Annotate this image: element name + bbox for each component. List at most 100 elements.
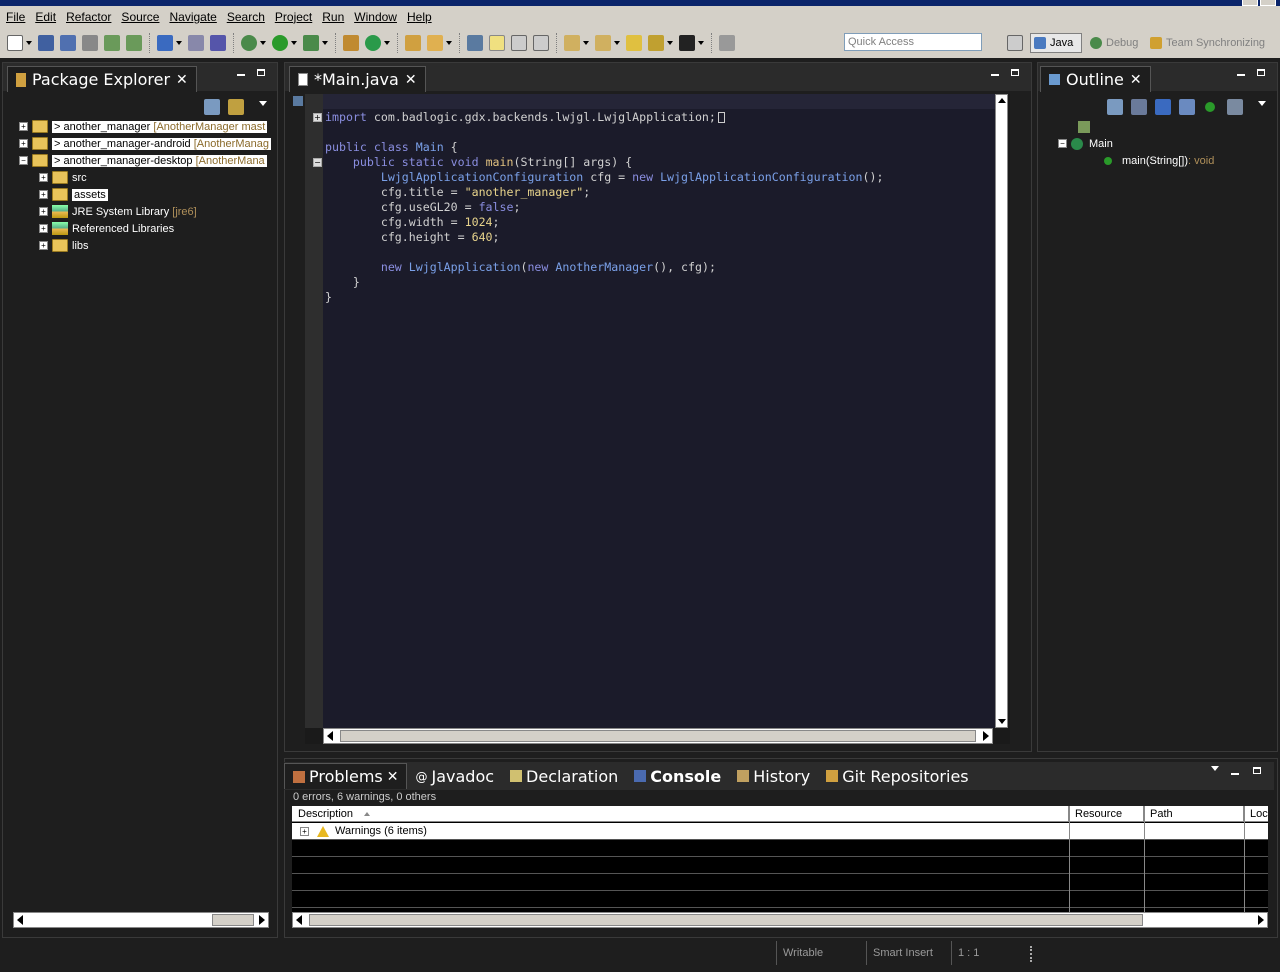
block-selection-icon[interactable] <box>511 35 527 51</box>
search-icon[interactable] <box>427 35 443 51</box>
task-dropdown-icon[interactable] <box>176 41 182 45</box>
expand-import-icon[interactable]: + <box>313 113 322 122</box>
expand-icon[interactable]: + <box>39 190 48 199</box>
expand-icon[interactable]: + <box>19 122 28 131</box>
problems-table[interactable]: Description Resource Path Loc + Warnings… <box>292 806 1268 912</box>
next-annotation-dropdown-icon[interactable] <box>583 41 589 45</box>
tree-item-referenced-libraries[interactable]: + Referenced Libraries <box>39 220 174 237</box>
maximize-icon[interactable] <box>1257 69 1265 76</box>
forward-arrow-icon[interactable] <box>679 35 695 51</box>
view-menu-icon[interactable] <box>1211 766 1219 771</box>
perspective-java[interactable]: Java <box>1030 33 1082 53</box>
tab-declaration[interactable]: Declaration <box>502 763 626 789</box>
editor-horizontal-scrollbar[interactable] <box>323 728 993 744</box>
run-icon[interactable] <box>272 35 288 51</box>
open-type-icon[interactable] <box>405 35 421 51</box>
tab-outline[interactable]: Outline ✕ <box>1040 66 1151 92</box>
tree-project-another-manager[interactable]: + > another_manager [AnotherManager mast <box>19 118 268 135</box>
scroll-right-icon[interactable] <box>983 731 989 741</box>
hide-fields-icon[interactable] <box>1155 99 1171 115</box>
menu-run[interactable]: Run <box>318 10 348 24</box>
close-icon[interactable]: ✕ <box>176 72 188 88</box>
scroll-right-icon[interactable] <box>1258 915 1264 925</box>
menu-file[interactable]: File <box>2 10 29 24</box>
menu-source[interactable]: Source <box>117 10 163 24</box>
run-dropdown-icon[interactable] <box>291 41 297 45</box>
menu-help[interactable]: Help <box>403 10 436 24</box>
external-tools-dropdown-icon[interactable] <box>322 41 328 45</box>
scroll-thumb[interactable] <box>309 914 1143 926</box>
table-row[interactable]: + Warnings (6 items) <box>292 823 1268 840</box>
source-code[interactable]: import com.badlogic.gdx.backends.lwjgl.L… <box>325 110 883 305</box>
hide-static-icon[interactable] <box>1179 99 1195 115</box>
task-icon[interactable] <box>157 35 173 51</box>
outline-class-main[interactable]: − Main <box>1058 135 1113 152</box>
collapse-method-icon[interactable]: − <box>313 158 322 167</box>
column-path[interactable]: Path <box>1144 806 1244 822</box>
minimize-icon[interactable] <box>1237 74 1245 76</box>
expand-icon[interactable]: + <box>300 826 309 836</box>
outline-method-main[interactable]: main(String[]) : void <box>1104 152 1214 169</box>
external-tools-icon[interactable] <box>303 35 319 51</box>
tree-project-another-manager-desktop[interactable]: − > another_manager-desktop [AnotherMana <box>19 152 267 169</box>
maximize-icon[interactable] <box>257 69 265 76</box>
minimize-icon[interactable] <box>1231 773 1239 775</box>
minimize-icon[interactable] <box>991 74 999 76</box>
tab-main-java[interactable]: *Main.java ✕ <box>289 66 426 92</box>
tree-item-libs[interactable]: + libs <box>39 237 89 254</box>
scroll-down-icon[interactable] <box>998 719 1006 724</box>
last-edit-location-icon[interactable] <box>626 35 642 51</box>
new-dropdown-icon[interactable] <box>26 41 32 45</box>
maximize-icon[interactable] <box>1253 767 1261 774</box>
menu-refactor[interactable]: Refactor <box>62 10 115 24</box>
close-icon[interactable]: ✕ <box>1130 72 1142 88</box>
column-description[interactable]: Description <box>292 806 1069 822</box>
scroll-left-icon[interactable] <box>296 915 302 925</box>
collapse-all-icon[interactable] <box>1107 99 1123 115</box>
sort-icon[interactable] <box>1131 99 1147 115</box>
collapse-icon[interactable]: − <box>19 156 28 165</box>
scroll-up-icon[interactable] <box>998 98 1006 103</box>
collapse-icon[interactable]: − <box>1058 139 1067 148</box>
close-icon[interactable]: ✕ <box>405 72 417 88</box>
save-icon[interactable] <box>38 35 54 51</box>
build-icon[interactable] <box>188 35 204 51</box>
tab-history[interactable]: History <box>729 763 818 789</box>
quick-access-input[interactable]: Quick Access <box>844 33 982 51</box>
new-class-dropdown-icon[interactable] <box>384 41 390 45</box>
debug-dropdown-icon[interactable] <box>260 41 266 45</box>
export-icon[interactable] <box>126 35 142 51</box>
tab-git-repositories[interactable]: Git Repositories <box>818 763 976 789</box>
menu-navigate[interactable]: Navigate <box>165 10 220 24</box>
scroll-thumb[interactable] <box>340 730 976 742</box>
expand-icon[interactable]: + <box>39 241 48 250</box>
skip-breakpoints-icon[interactable] <box>210 35 226 51</box>
menu-edit[interactable]: Edit <box>31 10 60 24</box>
import-declarations-icon[interactable] <box>1078 121 1090 133</box>
print-icon[interactable] <box>82 35 98 51</box>
tree-item-src[interactable]: + src <box>39 169 87 186</box>
maximize-icon[interactable] <box>1011 69 1019 76</box>
open-perspective-icon[interactable] <box>1007 35 1023 51</box>
back-arrow-icon[interactable] <box>648 35 664 51</box>
scroll-left-icon[interactable] <box>17 915 23 925</box>
hide-local-types-icon[interactable] <box>1227 99 1243 115</box>
menu-window[interactable]: Window <box>350 10 401 24</box>
link-with-editor-icon[interactable] <box>228 99 244 115</box>
new-java-package-icon[interactable] <box>343 35 359 51</box>
hide-non-public-icon[interactable] <box>1205 102 1215 112</box>
tab-problems[interactable]: Problems ✕ <box>284 763 408 789</box>
horizontal-scrollbar[interactable] <box>13 912 269 928</box>
menu-search[interactable]: Search <box>223 10 269 24</box>
debug-icon[interactable] <box>241 35 257 51</box>
back-dropdown-icon[interactable] <box>667 41 673 45</box>
toggle-breadcrumb-icon[interactable] <box>467 35 483 51</box>
problems-horizontal-scrollbar[interactable] <box>292 912 1268 928</box>
expand-icon[interactable]: + <box>39 207 48 216</box>
editor-vertical-scrollbar[interactable] <box>995 94 1008 728</box>
expand-icon[interactable]: + <box>19 139 28 148</box>
close-icon[interactable]: ✕ <box>387 769 399 785</box>
minimize-icon[interactable] <box>237 74 245 76</box>
mark-occurrences-icon[interactable] <box>489 35 505 51</box>
collapse-all-icon[interactable] <box>204 99 220 115</box>
